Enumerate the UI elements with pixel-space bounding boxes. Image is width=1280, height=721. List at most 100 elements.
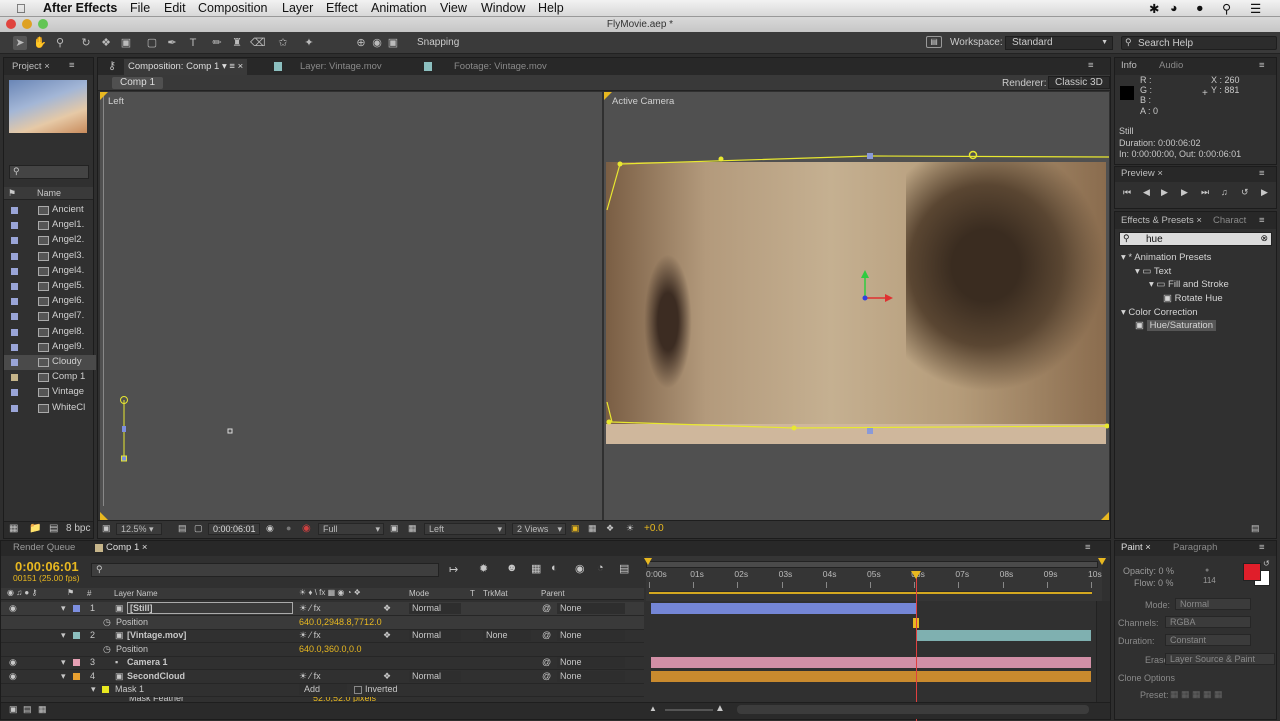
3d-layer-icon[interactable]: ❖ (383, 603, 391, 614)
current-time-indicator[interactable] (916, 571, 917, 721)
toggle-inout-icon[interactable]: ▦ (38, 704, 47, 715)
panel-menu-icon[interactable]: ≡ (1259, 213, 1265, 229)
project-item[interactable]: Angel3. (4, 249, 96, 264)
flowchart-icon[interactable]: ❖ (606, 523, 614, 534)
motion-blur-icon[interactable]: ◐ (551, 562, 558, 574)
twirl-icon[interactable]: ▾ (61, 630, 66, 641)
project-item[interactable]: Angel2. (4, 233, 96, 248)
stopwatch-icon[interactable]: ◷ (103, 644, 111, 655)
magnification-dropdown[interactable]: 12.5% ▾ (116, 523, 162, 535)
project-item[interactable]: Angel8. (4, 325, 96, 340)
pickwhip-icon[interactable]: @ (542, 671, 551, 681)
label-swatch[interactable] (11, 359, 18, 366)
navigator-start-handle[interactable] (644, 558, 652, 565)
effects-tree-item[interactable]: ▣ Rotate Hue (1163, 293, 1223, 304)
tab-preview[interactable]: Preview × (1121, 166, 1163, 182)
pan-behind-tool-icon[interactable]: ▣ (119, 36, 133, 50)
tab-composition-comp1[interactable]: Composition: Comp 1 ▾ ≡ × (124, 59, 248, 75)
project-item[interactable]: Angel6. (4, 294, 96, 309)
project-item[interactable]: Comp 1 (4, 370, 96, 385)
audio-icon[interactable]: ♫ (1221, 187, 1228, 197)
pickwhip-icon[interactable]: @ (542, 603, 551, 613)
property-row[interactable]: ◷ Position 640.0,2948.8,7712.0 (1, 616, 644, 630)
layer-label-swatch[interactable] (73, 605, 80, 612)
menu-view[interactable]: View (440, 1, 467, 15)
notifications-icon[interactable]: ☰ (1250, 1, 1261, 16)
bpc-indicator[interactable]: 8 bpc (66, 523, 90, 534)
show-snapshot-icon[interactable]: ● (286, 523, 291, 533)
puppet-tool-icon[interactable]: ✦ (302, 36, 316, 50)
menu-composition[interactable]: Composition (198, 1, 267, 15)
timeline-icon[interactable]: ▦ (588, 523, 597, 534)
timeline-zoom-slider[interactable] (665, 709, 713, 711)
zoom-in-icon[interactable]: ▲ (715, 703, 725, 714)
renderer-button[interactable]: Classic 3D (1048, 76, 1110, 89)
rotation-tool-icon[interactable]: ↻ (79, 36, 93, 50)
hand-tool-icon[interactable]: ✋ (33, 36, 47, 50)
roto-brush-tool-icon[interactable]: ✩ (276, 36, 290, 50)
inverted-checkbox[interactable] (354, 686, 362, 694)
label-swatch[interactable] (11, 343, 18, 351)
horizontal-scrollbar[interactable] (737, 705, 1089, 714)
tab-footage-vintage[interactable]: Footage: Vintage.mov (454, 59, 547, 75)
effects-tree-item[interactable]: ▾ Color Correction (1121, 307, 1198, 318)
previous-frame-icon[interactable]: ◀ (1143, 187, 1150, 198)
parent-dropdown[interactable]: None (557, 671, 625, 682)
layer-label-swatch[interactable] (73, 632, 80, 639)
pickwhip-icon[interactable]: @ (542, 630, 551, 640)
label-swatch[interactable] (11, 252, 18, 260)
transparency-grid-icon[interactable]: ▦ (408, 523, 417, 534)
toggle-switches-icon[interactable]: ▣ (9, 704, 18, 715)
layer-duration-bar[interactable] (651, 671, 1091, 682)
tab-info[interactable]: Info (1121, 58, 1137, 74)
menu-help[interactable]: Help (538, 1, 564, 15)
shy-layers-icon[interactable]: ☻ (506, 562, 518, 574)
layer-name[interactable]: [Still] (127, 602, 293, 614)
pen-tool-icon[interactable]: ✒ (165, 36, 179, 50)
tab-layer-vintage[interactable]: Layer: Vintage.mov (300, 59, 382, 75)
draft-3d-icon[interactable]: ✹ (479, 562, 488, 575)
timeline-search-field[interactable]: ⚲ (91, 563, 439, 577)
zoom-window-button[interactable] (38, 19, 48, 29)
property-value[interactable]: 640.0,2948.8,7712.0 (299, 617, 382, 627)
new-preset-icon[interactable]: ▤ (1251, 523, 1260, 534)
search-help-field[interactable]: ⚲ Search Help (1121, 36, 1277, 50)
layer-name[interactable]: Camera 1 (127, 657, 168, 667)
layer-row[interactable]: ◉ ▾ 1 ▣ [Still] ☀ ⁄ fx ❖ Normal @ None (1, 602, 644, 616)
effects-tree-item[interactable]: ▣ Hue/Saturation (1135, 320, 1216, 331)
twirl-icon[interactable]: ▾ (61, 671, 66, 682)
bluetooth-icon[interactable]: ✱ (1149, 1, 1159, 16)
search-help-input[interactable]: Search Help (1138, 38, 1193, 49)
panel-menu-icon[interactable]: ≡ (1259, 540, 1265, 556)
layer-label-swatch[interactable] (73, 659, 80, 666)
paint-opacity[interactable]: Opacity: 0 % (1123, 566, 1174, 576)
zoom-tool-icon[interactable]: ⚲ (53, 36, 67, 50)
panel-menu-icon[interactable]: ≡ (1259, 58, 1265, 74)
new-comp-icon[interactable]: ▤ (49, 523, 58, 534)
next-frame-icon[interactable]: ▶ (1181, 187, 1188, 198)
local-axis-icon[interactable]: ⊕ (354, 36, 368, 50)
ram-preview-icon[interactable]: ▶ (1261, 187, 1268, 198)
close-window-button[interactable] (6, 19, 16, 29)
app-menu[interactable]: After Effects (43, 1, 117, 15)
paint-flow[interactable]: Flow: 0 % (1134, 578, 1174, 588)
active-camera-view[interactable]: Active Camera (604, 92, 1109, 520)
label-swatch[interactable] (11, 283, 18, 290)
parent-dropdown[interactable]: None (557, 603, 625, 614)
resolution-dropdown[interactable]: Full ▾ (318, 523, 384, 535)
user-icon[interactable]: ● (1196, 1, 1204, 15)
label-swatch[interactable] (11, 313, 18, 321)
time-navigator[interactable] (646, 561, 1098, 568)
first-frame-icon[interactable]: ⏮ (1123, 187, 1131, 198)
new-folder-icon[interactable]: 📁 (29, 523, 41, 534)
effects-tree-item[interactable]: ▾ ▭ Fill and Stroke (1149, 279, 1229, 290)
layer-row[interactable]: ▾ 2 ▣ [Vintage.mov] ☀ ⁄ fx ❖ Normal None @ None (1, 629, 644, 643)
project-item[interactable]: Angel4. (4, 264, 96, 279)
playhead-handle[interactable] (911, 571, 921, 579)
mask-row[interactable]: ▾ Mask 1 Add Inverted (1, 683, 644, 697)
clone-options-toggle[interactable]: Clone Options (1118, 673, 1175, 683)
effects-tree-item[interactable]: ▾ ▭ Text (1135, 266, 1171, 277)
swap-colors-icon[interactable]: ↺ (1263, 559, 1270, 568)
tab-comp1-timeline[interactable]: Comp 1 × (106, 540, 147, 556)
world-axis-icon[interactable]: ◉ (370, 36, 384, 50)
